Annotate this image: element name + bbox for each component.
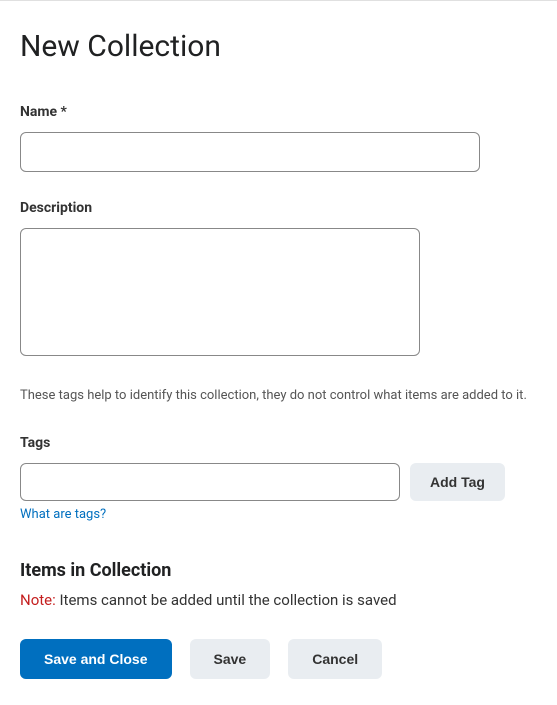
button-row: Save and Close Save Cancel — [20, 639, 537, 679]
tags-row: Add Tag — [20, 463, 537, 501]
note-prefix: Note: — [20, 591, 56, 609]
page-title: New Collection — [20, 29, 537, 64]
save-button[interactable]: Save — [190, 639, 271, 679]
name-field-group: Name * — [20, 104, 537, 172]
tags-input[interactable] — [20, 463, 400, 501]
what-are-tags-link[interactable]: What are tags? — [20, 507, 106, 522]
name-input[interactable] — [20, 132, 480, 172]
name-label: Name * — [20, 104, 537, 120]
description-input[interactable] — [20, 228, 420, 356]
items-note: Note: Items cannot be added until the co… — [20, 591, 537, 609]
save-and-close-button[interactable]: Save and Close — [20, 639, 172, 679]
tags-label: Tags — [20, 435, 537, 451]
cancel-button[interactable]: Cancel — [288, 639, 382, 679]
note-body: Items cannot be added until the collecti… — [56, 591, 397, 609]
items-section-heading: Items in Collection — [20, 560, 537, 581]
tags-field-group: Tags Add Tag What are tags? — [20, 435, 537, 522]
description-field-group: Description — [20, 200, 537, 360]
add-tag-button[interactable]: Add Tag — [410, 463, 505, 501]
description-label: Description — [20, 200, 537, 216]
tags-helper-text: These tags help to identify this collect… — [20, 388, 537, 403]
